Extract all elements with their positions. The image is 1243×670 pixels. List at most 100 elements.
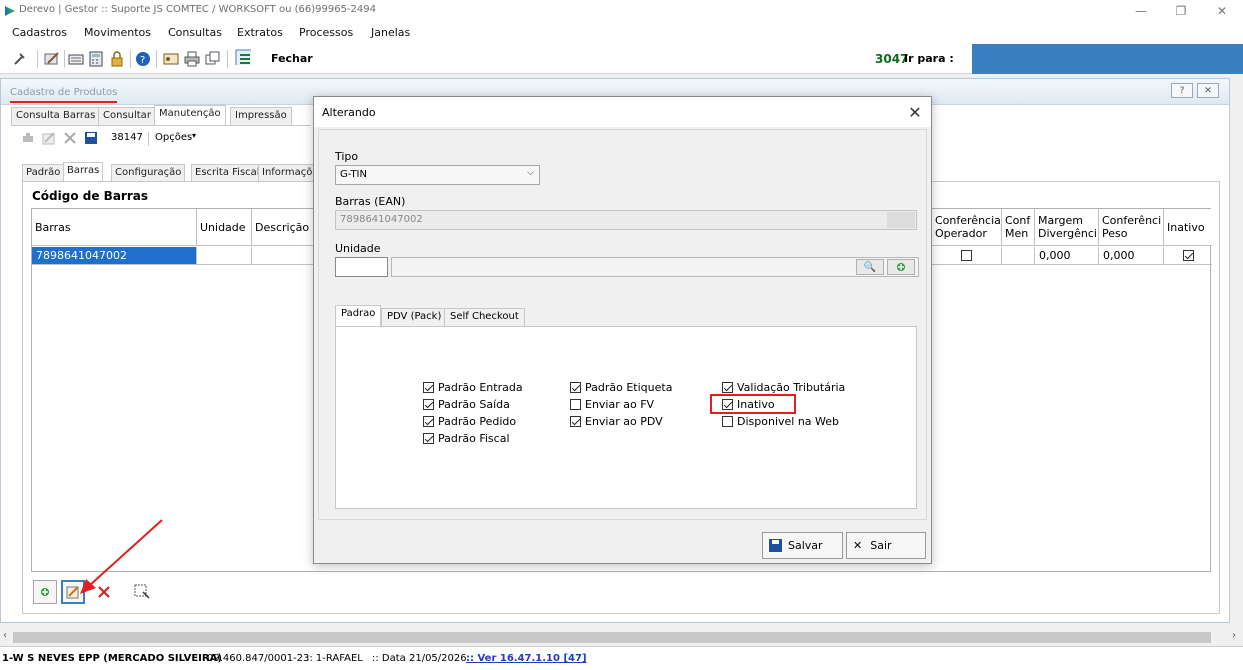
col-margem-divergencia[interactable]: Margem Divergênci (1035, 209, 1099, 246)
ir-para-label: Ir para : (904, 52, 954, 65)
menu-extratos[interactable]: Extratos (237, 26, 283, 39)
padrao-entrada-checkbox[interactable] (423, 382, 434, 393)
tab-consulta-barras[interactable]: Consulta Barras (11, 107, 101, 125)
cell-descricao[interactable] (252, 247, 314, 265)
menu-movimentos[interactable]: Movimentos (84, 26, 151, 39)
disponivel-web-checkbox[interactable] (722, 416, 733, 427)
unidade-label: Unidade (335, 242, 381, 255)
cell-margem[interactable]: 0,000 (1035, 247, 1099, 265)
save-icon (769, 539, 782, 552)
tab-manutencao[interactable]: Manutenção (154, 105, 226, 126)
padrao-pedido-option[interactable]: Padrão Pedido (423, 415, 516, 428)
enviar-fv-checkbox[interactable] (570, 399, 581, 410)
enviar-fv-option[interactable]: Enviar ao FV (570, 398, 654, 411)
search-binoculars-icon[interactable]: 🔍 (856, 259, 884, 275)
close-child-button[interactable]: ✕ (1197, 83, 1219, 98)
chevron-down-icon[interactable]: ▾ (192, 131, 196, 140)
horizontal-scrollbar[interactable]: ‹ › (0, 629, 1243, 646)
status-version-link[interactable]: :: Ver 16.47.1.10 [47] (466, 653, 587, 664)
close-window-button[interactable]: ✕ (1205, 0, 1239, 22)
padrao-fiscal-checkbox[interactable] (423, 433, 434, 444)
printer-icon[interactable] (184, 51, 200, 67)
cell-conferencia-operador[interactable] (932, 247, 1002, 265)
validacao-tributaria-checkbox[interactable] (722, 382, 733, 393)
tab-impressao[interactable]: Impressão (230, 107, 292, 125)
col-inativo[interactable]: Inativo (1164, 209, 1212, 246)
padrao-saida-option[interactable]: Padrão Saída (423, 398, 510, 411)
minimize-button[interactable]: — (1124, 0, 1158, 22)
subtab-barras[interactable]: Barras (63, 162, 104, 182)
ean-action-button[interactable] (887, 212, 915, 228)
padrao-etiqueta-option[interactable]: Padrão Etiqueta (570, 381, 672, 394)
enviar-pdv-checkbox[interactable] (570, 416, 581, 427)
delete-record-icon[interactable] (63, 131, 77, 145)
disponivel-web-option[interactable]: Disponivel na Web (722, 415, 839, 428)
subtab-escrita-fiscal[interactable]: Escrita Fiscal (191, 164, 264, 181)
tab-consultar[interactable]: Consultar (98, 107, 156, 125)
padrao-etiqueta-checkbox[interactable] (570, 382, 581, 393)
tab-self-checkout[interactable]: Self Checkout (444, 308, 525, 326)
vertical-scrollbar[interactable] (1232, 78, 1243, 623)
fechar-button[interactable]: Fechar (271, 52, 313, 65)
menu-janelas[interactable]: Janelas (371, 26, 410, 39)
scrollbar-thumb[interactable] (13, 632, 1211, 643)
list-icon[interactable] (235, 49, 251, 65)
dialog-close-button[interactable]: ✕ (905, 102, 925, 122)
copy-window-icon[interactable] (205, 51, 221, 67)
menu-cadastros[interactable]: Cadastros (12, 26, 67, 39)
enviar-pdv-option[interactable]: Enviar ao PDV (570, 415, 663, 428)
edit-record-icon[interactable] (42, 131, 56, 145)
col-conferencia-operador[interactable]: Conferência Operador (932, 209, 1002, 246)
padrao-pedido-checkbox[interactable] (423, 416, 434, 427)
app-logo-icon (5, 6, 15, 16)
inativo-checkbox[interactable] (1182, 250, 1194, 261)
subtab-informacoes[interactable]: Informaçõ (258, 164, 317, 181)
subtab-configuracao[interactable]: Configuração (111, 164, 186, 181)
conferencia-operador-checkbox[interactable] (961, 250, 972, 261)
status-company: 1-W S NEVES EPP (MERCADO SILVEIRA) (2, 653, 222, 664)
tab-pdv-pack[interactable]: PDV (Pack) (381, 308, 448, 326)
col-descricao[interactable]: Descrição (252, 209, 314, 246)
restore-button[interactable]: ❐ (1164, 0, 1198, 22)
calculator-icon[interactable] (88, 51, 104, 67)
subtab-padrao[interactable]: Padrão (22, 164, 65, 181)
unidade-code-input[interactable] (335, 257, 388, 277)
add-unidade-button[interactable] (887, 259, 915, 275)
col-unidade[interactable]: Unidade (197, 209, 252, 246)
id-card-icon[interactable] (163, 51, 179, 67)
first-record-icon[interactable] (21, 131, 35, 145)
help-button[interactable]: ? (1171, 83, 1193, 98)
cell-conf-men[interactable] (1002, 247, 1035, 265)
opcoes-menu[interactable]: Opções (155, 132, 192, 143)
padrao-fiscal-option[interactable]: Padrão Fiscal (423, 432, 510, 445)
col-conferencia-peso[interactable]: Conferênci Peso (1099, 209, 1164, 246)
keyboard-icon[interactable] (68, 51, 84, 67)
padrao-saida-checkbox[interactable] (423, 399, 434, 410)
plus-icon (897, 263, 905, 271)
validacao-tributaria-option[interactable]: Validação Tributária (722, 381, 845, 394)
add-row-button[interactable] (33, 580, 57, 604)
lock-icon[interactable] (109, 51, 125, 67)
menu-consultas[interactable]: Consultas (168, 26, 222, 39)
cell-unidade[interactable] (197, 247, 252, 265)
col-conf-men[interactable]: Conf Men (1002, 209, 1035, 246)
ean-input[interactable]: 7898641047002 (335, 210, 917, 230)
tipo-select[interactable]: G-TIN ⌵ (335, 165, 540, 185)
help-icon[interactable]: ? (135, 51, 151, 67)
save-icon[interactable] (84, 131, 98, 145)
section-title: Código de Barras (32, 189, 148, 203)
padrao-entrada-option[interactable]: Padrão Entrada (423, 381, 523, 394)
col-barras[interactable]: Barras (32, 209, 197, 246)
salvar-button[interactable]: Salvar (762, 532, 843, 559)
cell-barras[interactable]: 7898641047002 (32, 247, 197, 265)
cell-conferencia-peso[interactable]: 0,000 (1099, 247, 1164, 265)
edit-grid-icon[interactable] (44, 51, 60, 67)
sair-button[interactable]: ✕ Sair (846, 532, 926, 559)
record-id: 38147 (111, 132, 143, 143)
tab-padrao[interactable]: Padrao (335, 305, 382, 327)
tools-icon[interactable] (12, 51, 28, 67)
ir-para-input[interactable] (972, 44, 1243, 74)
unidade-description-input[interactable] (391, 257, 919, 277)
cell-inativo[interactable] (1164, 247, 1212, 265)
menu-processos[interactable]: Processos (299, 26, 353, 39)
